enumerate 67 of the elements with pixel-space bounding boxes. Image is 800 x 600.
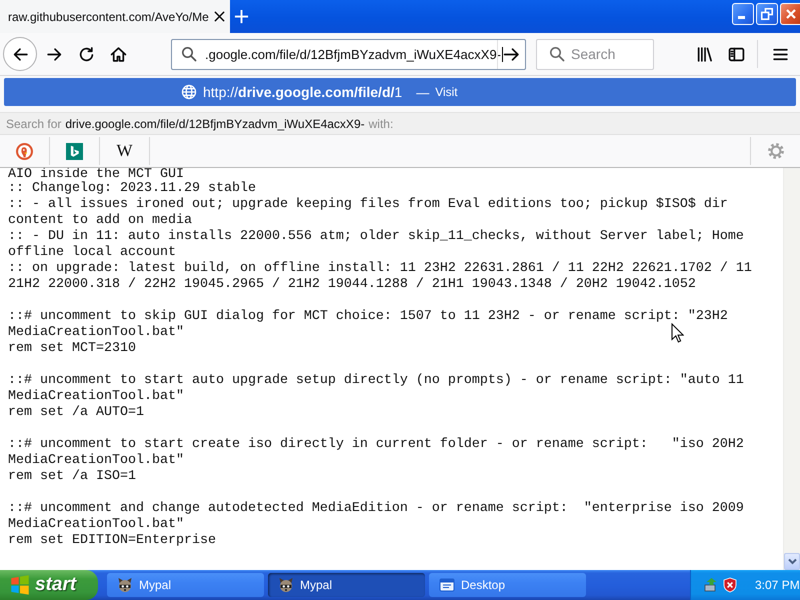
search-for-label: Search for — [6, 116, 62, 130]
code-line: 21H2 22000.318 / 22H2 19045.2965 / 21H2 19044.1288 / 21H1 19043.1348 / 20H2 19042.1052 — [8, 277, 696, 293]
close-icon — [786, 9, 796, 19]
clock-text: 3:07 PM — [755, 578, 800, 592]
duck-icon — [16, 142, 33, 160]
plus-icon — [234, 9, 248, 24]
code-line: rem set EDITION=Enterprise — [8, 533, 216, 549]
code-line: :: Changelog: 2023.11.29 stable — [8, 181, 256, 197]
code-line: :: - all issues ironed out; upgrade keeping files from Eval editions too; pickup $ISO$ dir — [8, 197, 728, 213]
settings-icon — [766, 142, 784, 160]
with-label: with: — [368, 116, 394, 130]
taskbar-button[interactable]: Desktop — [429, 573, 586, 597]
device-arrow-icon — [703, 577, 719, 593]
flag-icon — [10, 575, 30, 595]
library-icon — [696, 46, 712, 62]
search-icon — [549, 46, 565, 62]
code-line: ::# uncomment to start auto upgrade setup directly (no prompts) - or rename script: "auto 11 — [8, 373, 744, 389]
window-icon — [439, 577, 455, 593]
close-icon — [214, 11, 225, 22]
start-button[interactable]: start — [0, 570, 98, 600]
go-arrow-icon — [503, 46, 520, 62]
sidebar-icon — [728, 46, 744, 62]
taskbar-button[interactable]: Mypal — [107, 573, 264, 597]
code-line: MediaCreationTool.bat" — [8, 517, 184, 533]
code-line: MediaCreationTool.bat" — [8, 453, 184, 469]
animal-head-icon — [278, 577, 294, 593]
reload-icon — [78, 46, 94, 62]
restore-icon — [761, 8, 773, 20]
mouse-pointer-icon — [671, 323, 684, 343]
code-line: rem set MCT=2310 — [8, 341, 136, 357]
tile-logo-icon — [66, 142, 83, 160]
address-field[interactable]: .google.com/file/d/12BfjmBYzadvm_iWuXE4acxX9- — [171, 38, 526, 70]
globe-icon — [181, 84, 197, 100]
separator-dash: — — [416, 84, 430, 100]
code-line: MediaCreationTool.bat" — [8, 389, 184, 405]
minimize-icon — [738, 16, 745, 19]
shield-icon — [722, 577, 738, 593]
code-line: :: - DU in 11: auto installs 22000.556 atm; older skip_11_checks, without Server label; Home — [8, 229, 744, 245]
code-line: :: on upgrade: latest build, on offline install: 11 23H2 22631.2861 / 11 22H2 22621.1702 / 11 — [8, 261, 752, 277]
close-button[interactable] — [780, 3, 800, 25]
code-line: ::# uncomment to skip GUI dialog for MCT choice: 1507 to 11 23H2 - or rename script: "23H2 — [8, 309, 728, 325]
home-icon — [110, 46, 126, 62]
code-line: MediaCreationTool.bat" — [8, 325, 184, 341]
url-result-row[interactable]: http://drive.google.com/file/d/1 — Visit — [4, 78, 796, 106]
taskbar-button[interactable]: Mypal — [268, 573, 425, 597]
code-line: offline local account — [8, 245, 176, 261]
visit-label: Visit — [435, 85, 458, 99]
search-query-text: drive.google.com/file/d/12BfjmBYzadvm_iWuXE4acxX9- — [65, 116, 365, 130]
code-line: AIO inside the MCT GUI — [8, 169, 184, 181]
animal-head-icon — [117, 577, 133, 593]
result-url: http://drive.google.com/file/d/1 — [203, 84, 402, 100]
minimize-button[interactable] — [732, 3, 754, 25]
code-line: rem set /a ISO=1 — [8, 469, 136, 485]
chevron-down-icon — [788, 558, 796, 565]
search-field[interactable]: Search — [536, 38, 654, 70]
back-button[interactable] — [3, 37, 37, 71]
back-arrow-icon — [12, 46, 28, 62]
tab[interactable]: raw.githubusercontent.com/AveYo/Me — [0, 0, 230, 33]
forward-arrow-icon — [46, 46, 62, 62]
scroll-down-button[interactable] — [784, 553, 800, 570]
restore-button[interactable] — [756, 3, 778, 25]
code-line: ::# uncomment and change autodetected MediaEdition - or rename script: "enterprise iso 2009 — [8, 501, 744, 517]
code-line: rem set /a AUTO=1 — [8, 405, 144, 421]
search-engine-button[interactable]: W — [100, 137, 150, 165]
code-line: content to add on media — [8, 213, 192, 229]
search-icon — [181, 46, 197, 62]
code-line: ::# uncomment to start create iso directly in current folder - or rename script: "iso 20H2 — [8, 437, 744, 453]
